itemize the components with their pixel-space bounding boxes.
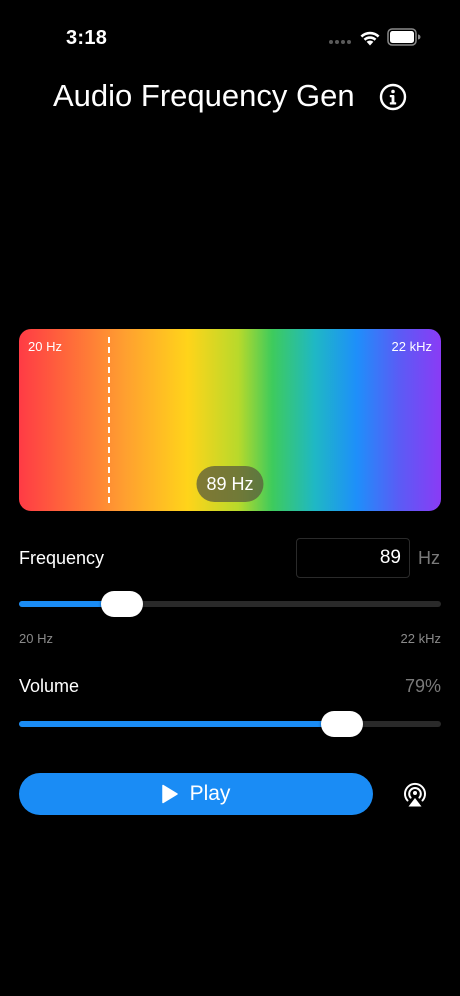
volume-slider[interactable]: [19, 711, 441, 737]
volume-value: 79%: [404, 676, 441, 696]
frequency-unit-label: Hz: [418, 548, 440, 568]
frequency-min-label: 20 Hz: [19, 631, 53, 646]
frequency-slider-thumb[interactable]: [101, 591, 144, 617]
page-title: Audio Frequency Gen: [53, 78, 355, 113]
volume-label: Volume: [19, 676, 80, 696]
volume-slider-thumb[interactable]: [320, 711, 363, 737]
status-bar: 3:18: [0, 0, 460, 60]
battery-icon: [387, 28, 421, 46]
info-icon[interactable]: [379, 83, 407, 111]
volume-slider-fill: [19, 721, 342, 727]
wifi-icon: [360, 31, 380, 46]
play-icon: [161, 784, 178, 804]
play-button[interactable]: Play: [19, 773, 373, 815]
frequency-marker: [107, 337, 110, 503]
spectrum-min-label: 20 Hz: [28, 339, 62, 354]
frequency-max-label: 22 kHz: [400, 631, 441, 646]
frequency-spectrum[interactable]: 20 Hz 22 kHz 89 Hz: [19, 329, 441, 511]
status-time: 3:18: [66, 27, 108, 49]
frequency-label: Frequency: [19, 548, 105, 568]
spectrum-max-label: 22 kHz: [391, 339, 432, 354]
play-label: Play: [189, 782, 231, 805]
current-frequency-badge: 89 Hz: [196, 466, 264, 502]
airplay-icon[interactable]: [403, 782, 427, 808]
cellular-signal-icon: [329, 40, 351, 44]
frequency-input[interactable]: [296, 538, 410, 578]
frequency-slider[interactable]: [19, 591, 441, 617]
